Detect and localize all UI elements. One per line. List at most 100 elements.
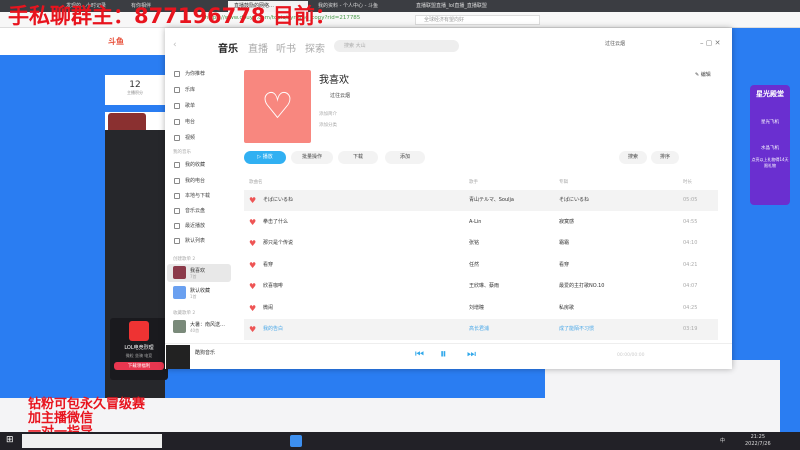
sidebar-item-recommend[interactable]: 为你推荐 bbox=[174, 70, 205, 77]
taskbar-search[interactable] bbox=[22, 434, 162, 448]
now-playing-title: 酷狗音乐 bbox=[195, 350, 216, 356]
song-album[interactable]: 看穿 bbox=[559, 255, 569, 276]
playlist-owner[interactable]: 过往云烟 bbox=[330, 92, 350, 99]
song-duration: 04:55 bbox=[683, 218, 698, 225]
back-icon[interactable]: ‹ bbox=[173, 40, 177, 50]
song-album[interactable]: 最爱的主打歌NO.10 bbox=[559, 276, 604, 297]
sidebar-section-label: 创建歌单 2 bbox=[173, 257, 196, 262]
sidebar-item-radio[interactable]: 电台 bbox=[174, 118, 195, 125]
col-header-name: 歌曲名 bbox=[249, 180, 263, 185]
song-duration: 04:10 bbox=[683, 240, 698, 246]
music-search-input[interactable]: 搜索 大山 bbox=[334, 40, 459, 52]
song-album[interactable]: 寂寞感 bbox=[559, 212, 574, 233]
browser-tab[interactable]: 直播联盟直播_lol直播_直播联盟 bbox=[410, 1, 495, 12]
heart-icon[interactable]: ♥ bbox=[249, 190, 256, 211]
add-tag-link[interactable]: 添加分类 bbox=[319, 122, 337, 128]
now-playing-cover[interactable] bbox=[166, 345, 190, 369]
search-list-button[interactable]: 搜索 bbox=[619, 151, 647, 164]
sidebar-item-favorites[interactable]: 我的收藏 bbox=[174, 161, 205, 168]
stat-value: 12 bbox=[129, 80, 141, 90]
song-duration: 04:21 bbox=[683, 261, 698, 268]
song-album[interactable]: そばにいるね bbox=[559, 190, 589, 211]
browser-search-input[interactable]: 全球经济有望向好 bbox=[415, 15, 540, 25]
promo-item: 星光飞机 bbox=[761, 120, 779, 125]
song-name: そばにいるね bbox=[263, 197, 294, 203]
prev-button[interactable]: ⏮ bbox=[415, 349, 424, 360]
song-name: 那只是个传说 bbox=[263, 240, 294, 246]
song-name: 微闹 bbox=[263, 304, 274, 311]
player-bar: 酷狗音乐 ⏮ ⏸ ⏭ 00:00/00:00 bbox=[165, 343, 732, 369]
douyu-logo[interactable]: 斗鱼 bbox=[108, 36, 124, 47]
heart-icon[interactable]: ♥ bbox=[249, 255, 256, 276]
song-row[interactable]: ♥ そばにいるね 青山テルマ、Soulja そばにいるね 05:05 bbox=[244, 190, 718, 211]
song-row[interactable]: ♥ 欣喜咖啡 王欣琳、蔡雨 最爱的主打歌NO.10 04:07 bbox=[244, 276, 718, 297]
music-window: ‹ 音乐 直播 听书 探索 搜索 大山 过往云烟 – ▢ ✕ 为你推荐 乐库 歌… bbox=[165, 28, 732, 369]
user-name[interactable]: 过往云烟 bbox=[605, 40, 625, 47]
song-name: 拳击了什么 bbox=[263, 218, 289, 225]
batch-button[interactable]: 批量操作 bbox=[291, 151, 333, 164]
promo-panel[interactable]: 星光殿堂 星光飞机 水晶飞机 点亮以上礼物得14天限礼物 bbox=[750, 85, 790, 205]
heart-icon[interactable]: ♥ bbox=[249, 233, 256, 254]
song-artist[interactable]: 任然 bbox=[469, 255, 479, 276]
sidebar-section-label: 收藏歌单 2 bbox=[173, 311, 196, 316]
song-row[interactable]: ♥ 拳击了什么 A-Lin 寂寞感 04:55 bbox=[244, 212, 718, 233]
sidebar-item-video[interactable]: 视频 bbox=[174, 134, 195, 141]
nav-explore[interactable]: 探索 bbox=[305, 40, 325, 55]
sort-button[interactable]: 排序 bbox=[651, 151, 679, 164]
song-row[interactable]: ♥ 那只是个传说 张铭 霜霜 04:10 bbox=[244, 233, 718, 254]
playlist-cover-heart-icon: ♡ bbox=[244, 70, 311, 143]
song-album[interactable]: 成了能陌不习惯 bbox=[559, 319, 594, 340]
start-icon[interactable]: ⊞ bbox=[6, 436, 14, 445]
ime-indicator[interactable]: 中 bbox=[720, 437, 725, 444]
download-gift-button[interactable]: 下载领福利 bbox=[114, 362, 164, 370]
song-artist[interactable]: 高长君浦 bbox=[469, 319, 489, 340]
song-album[interactable]: 霜霜 bbox=[559, 233, 569, 254]
playlist-item-default[interactable]: 默认收藏 1首 bbox=[167, 284, 231, 302]
play-time: 00:00/00:00 bbox=[617, 353, 645, 358]
sidebar-item-cloud[interactable]: 音乐云盘 bbox=[174, 207, 205, 214]
add-button[interactable]: 添加 bbox=[385, 151, 425, 164]
download-button[interactable]: 下载 bbox=[338, 151, 378, 164]
sidebar-item-playlists[interactable]: 歌单 bbox=[174, 102, 195, 109]
streamer-avatar bbox=[129, 321, 149, 341]
stat-label: 主播积分 bbox=[127, 90, 143, 95]
sidebar-item-default-list[interactable]: 默认列表 bbox=[174, 237, 205, 244]
heart-icon[interactable]: ♥ bbox=[249, 212, 256, 233]
nav-music[interactable]: 音乐 bbox=[218, 40, 238, 55]
sidebar-item-local[interactable]: 本地与下载 bbox=[174, 192, 210, 199]
song-album[interactable]: 私房歌 bbox=[559, 298, 574, 319]
song-row[interactable]: ♥ 我的告白 高长君浦 成了能陌不习惯 03:19 bbox=[244, 319, 718, 340]
streamer-btn[interactable]: 电竞 bbox=[144, 353, 152, 358]
song-row[interactable]: ♥ 看穿 任然 看穿 04:21 bbox=[244, 255, 718, 276]
sidebar-item-my-radio[interactable]: 我的电台 bbox=[174, 177, 205, 184]
song-artist[interactable]: 张铭 bbox=[469, 233, 479, 254]
playlist-title: 我喜欢 bbox=[319, 75, 349, 86]
song-name: 我的告白 bbox=[263, 326, 284, 332]
next-button[interactable]: ⏭ bbox=[467, 349, 476, 360]
sidebar-item-recent[interactable]: 最近播放 bbox=[174, 222, 205, 229]
play-all-button[interactable]: ▷ 播放 bbox=[244, 151, 286, 164]
sidebar-item-library[interactable]: 乐库 bbox=[174, 86, 195, 93]
playlist-item-liked[interactable]: 我喜欢 7首 bbox=[167, 264, 231, 282]
window-controls[interactable]: – ▢ ✕ bbox=[700, 39, 720, 47]
playlist-item-fav[interactable]: 大暑：南风送… 40首 bbox=[167, 318, 231, 336]
edit-button[interactable]: ✎ 编辑 bbox=[695, 71, 711, 78]
add-intro-link[interactable]: 添加简介 bbox=[319, 111, 337, 117]
song-name: 看穿 bbox=[263, 261, 274, 268]
song-row[interactable]: ♥ 微闹 刘增瞳 私房歌 04:25 bbox=[244, 298, 718, 319]
streamer-btn[interactable]: 坐骑 bbox=[135, 353, 143, 358]
clock[interactable]: 21:25 2022/7/26 bbox=[745, 434, 771, 448]
pause-button[interactable]: ⏸ bbox=[440, 347, 447, 362]
nav-audiobook[interactable]: 听书 bbox=[276, 40, 296, 55]
heart-icon[interactable]: ♥ bbox=[249, 319, 256, 340]
heart-icon[interactable]: ♥ bbox=[249, 276, 256, 297]
sidebar-section-label: 我的音乐 bbox=[173, 150, 191, 155]
song-artist[interactable]: A-Lin bbox=[469, 212, 481, 233]
song-artist[interactable]: 刘增瞳 bbox=[469, 298, 484, 319]
song-artist[interactable]: 青山テルマ、Soulja bbox=[469, 190, 514, 211]
song-artist[interactable]: 王欣琳、蔡雨 bbox=[469, 276, 499, 297]
taskbar-app-active[interactable] bbox=[290, 435, 302, 447]
heart-icon[interactable]: ♥ bbox=[249, 298, 256, 319]
nav-live[interactable]: 直播 bbox=[248, 40, 268, 55]
streamer-btn[interactable]: 微粒 bbox=[126, 353, 134, 358]
